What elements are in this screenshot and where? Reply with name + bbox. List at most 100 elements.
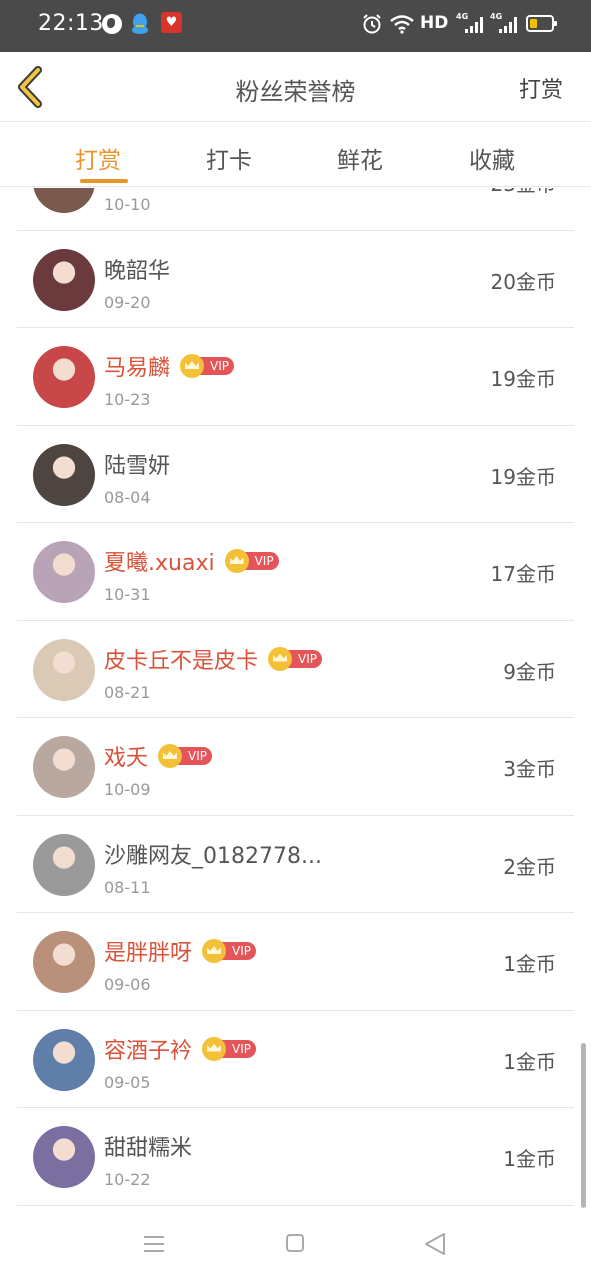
- avatar[interactable]: [33, 541, 95, 603]
- tab-favorites[interactable]: 收藏: [447, 141, 537, 175]
- alarm-icon: [362, 14, 382, 34]
- scrollbar[interactable]: [581, 1043, 586, 1208]
- user-name[interactable]: 戏夭 VIP: [104, 740, 213, 772]
- reward-date: 08-04: [104, 487, 151, 507]
- coin-amount: 2金币: [503, 854, 556, 879]
- reward-date: 09-20: [104, 292, 151, 312]
- wifi-icon: [390, 14, 414, 34]
- user-name-text: 马易麟: [104, 356, 171, 381]
- avatar[interactable]: [33, 1028, 95, 1091]
- reward-button[interactable]: 打赏: [519, 72, 563, 104]
- tab-bar: 打赏 打卡 鲜花 收藏: [0, 123, 591, 187]
- user-name-text: 甜甜糯米: [104, 1136, 193, 1161]
- tab-label: 收藏: [469, 148, 515, 174]
- coin-amount: 23金币: [491, 188, 556, 197]
- reward-date: 10-23: [104, 390, 151, 409]
- reward-date: 10-10: [104, 195, 151, 214]
- qq-icon: [131, 13, 149, 35]
- list-item[interactable]: 陆雪妍 08-04 19金币: [17, 426, 574, 523]
- hd-indicator: HD: [420, 13, 449, 33]
- reward-date: 10-09: [104, 780, 151, 799]
- coin-amount: 1金币: [503, 952, 556, 976]
- list-item[interactable]: 马易麟 VIP 10-23 19金币: [17, 328, 574, 426]
- avatar[interactable]: [33, 833, 95, 896]
- tab-checkin[interactable]: 打卡: [184, 141, 274, 175]
- fan-list-content: 羅昭陽10-1023金币晚韶华09-2020金币马易麟VIP10-2319金币陆…: [0, 188, 591, 1206]
- user-name[interactable]: 晚韶华: [104, 253, 170, 285]
- avatar[interactable]: [33, 736, 95, 798]
- list-item[interactable]: 甜甜糯米 10-22 1金币: [17, 1108, 574, 1206]
- crown-icon: [158, 744, 183, 768]
- user-name[interactable]: 皮卡丘不是皮卡 VIP: [104, 643, 323, 675]
- user-name-text: 戏夭: [104, 746, 149, 771]
- coin-amount: 1金币: [503, 1049, 556, 1074]
- user-name[interactable]: 陆雪妍: [104, 448, 170, 480]
- avatar[interactable]: [33, 346, 95, 408]
- app-badge-icon: ♥: [161, 12, 182, 33]
- user-name-text: 夏曦.xuaxi: [104, 551, 215, 576]
- list-item[interactable]: 皮卡丘不是皮卡 VIP 08-21 9金币: [17, 621, 574, 718]
- coin-amount: 3金币: [503, 757, 556, 781]
- avatar[interactable]: [33, 931, 95, 993]
- avatar[interactable]: [33, 1126, 95, 1188]
- tab-label: 鲜花: [337, 148, 383, 174]
- crown-icon: [202, 939, 227, 963]
- user-name[interactable]: 夏曦.xuaxi VIP: [104, 545, 279, 577]
- user-name[interactable]: 马易麟 VIP: [104, 350, 235, 382]
- avatar[interactable]: [33, 248, 95, 311]
- system-nav-bar: [0, 1210, 591, 1280]
- user-name[interactable]: 沙雕网友_0182778...: [104, 838, 322, 870]
- home-icon[interactable]: [286, 1234, 304, 1252]
- user-name[interactable]: 甜甜糯米: [104, 1130, 192, 1162]
- vip-badge: VIP: [202, 1036, 257, 1061]
- reward-date: 09-06: [104, 975, 151, 994]
- tab-indicator: [80, 179, 128, 183]
- list-item[interactable]: 晚韶华 09-20 20金币: [17, 231, 574, 328]
- list-item[interactable]: 羅昭陽10-1023金币: [17, 188, 574, 231]
- user-name[interactable]: 容酒子衿 VIP: [104, 1033, 257, 1065]
- menu-icon[interactable]: [144, 1235, 164, 1253]
- list-item[interactable]: 是胖胖呀 VIP 09-06 1金币: [17, 913, 574, 1011]
- tab-label: 打赏: [75, 148, 121, 174]
- crown-icon: [268, 646, 293, 671]
- user-name[interactable]: 是胖胖呀 VIP: [104, 935, 257, 967]
- tab-label: 打卡: [206, 148, 252, 174]
- user-name-text: 是胖胖呀: [104, 941, 193, 966]
- reward-date: 08-21: [104, 682, 151, 702]
- status-bar: 22:13 ♥ HD 4G 4G: [0, 0, 591, 52]
- list-item[interactable]: 夏曦.xuaxi VIP 10-31 17金币: [17, 523, 574, 621]
- user-name-text: 晚韶华: [104, 258, 171, 284]
- list-item[interactable]: 沙雕网友_0182778... 08-11 2金币: [17, 816, 574, 913]
- avatar[interactable]: [33, 188, 95, 213]
- coin-amount: 1金币: [503, 1147, 556, 1171]
- coin-amount: 19金币: [490, 367, 556, 391]
- user-name-text: 皮卡丘不是皮卡: [104, 648, 259, 674]
- vip-badge: VIP: [202, 939, 257, 963]
- list-item[interactable]: 戏夭 VIP 10-09 3金币: [17, 718, 574, 816]
- avatar[interactable]: [33, 443, 95, 506]
- vip-badge: VIP: [158, 744, 213, 768]
- avatar[interactable]: [33, 638, 95, 701]
- coin-amount: 20金币: [490, 269, 556, 294]
- list-item[interactable]: 容酒子衿 VIP 09-05 1金币: [17, 1011, 574, 1108]
- user-name-text: 陆雪妍: [104, 453, 171, 479]
- user-name-text: 容酒子衿: [104, 1038, 193, 1064]
- tab-reward[interactable]: 打赏: [53, 141, 143, 183]
- vip-badge: VIP: [224, 549, 279, 573]
- user-name-text: 沙雕网友_0182778...: [104, 843, 322, 869]
- crown-icon: [180, 354, 205, 378]
- crown-icon: [202, 1036, 227, 1061]
- fan-list[interactable]: 羅昭陽10-1023金币晚韶华09-2020金币马易麟VIP10-2319金币陆…: [0, 188, 591, 1210]
- tab-flowers[interactable]: 鲜花: [315, 141, 405, 175]
- signal-icon: 4G: [456, 12, 484, 34]
- back-triangle-icon[interactable]: [424, 1232, 446, 1256]
- coin-amount: 19金币: [490, 464, 556, 489]
- signal-icon: 4G: [490, 12, 518, 34]
- coin-amount: 17金币: [490, 562, 556, 586]
- status-time: 22:13: [38, 11, 104, 36]
- battery-icon: [526, 15, 557, 32]
- reward-date: 10-31: [104, 585, 151, 604]
- coin-amount: 9金币: [503, 659, 556, 684]
- vip-badge: VIP: [268, 646, 323, 671]
- reward-date: 10-22: [104, 1170, 151, 1189]
